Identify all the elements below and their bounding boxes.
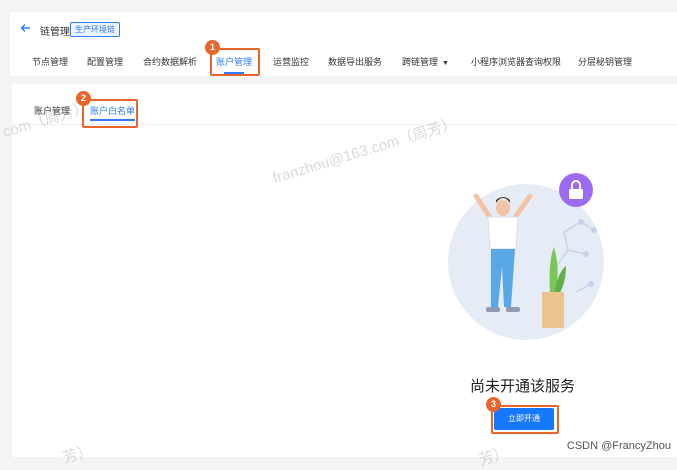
tab-config-management[interactable]: 配置管理 — [87, 55, 123, 68]
tab-contract-data-parse[interactable]: 合约数据解析 — [143, 55, 197, 68]
caret-down-icon: ▼ — [442, 60, 449, 67]
tab-data-export[interactable]: 数据导出服务 — [328, 55, 382, 68]
tab-cross-chain[interactable]: 跨链管理 ▼ — [402, 55, 449, 68]
highlight-open-button — [491, 405, 559, 434]
header-card: 链管理 生产环境链 节点管理 配置管理 合约数据解析 账户管理 运营监控 数据导… — [10, 12, 677, 76]
tab-cross-chain-label: 跨链管理 — [402, 57, 439, 67]
lock-icon — [559, 173, 593, 207]
step-marker-1: 1 — [205, 40, 220, 55]
tab-miniprogram-query[interactable]: 小程序浏览器查询权限 — [471, 55, 561, 68]
env-badge: 生产环境链 — [70, 22, 120, 37]
subtab-account-management[interactable]: 账户管理 — [34, 104, 70, 117]
empty-state-message: 尚未开通该服务 — [470, 378, 576, 395]
empty-state-illustration — [448, 173, 604, 340]
highlight-whitelist-tab — [82, 99, 138, 128]
csdn-credit: CSDN @FrancyZhou — [566, 440, 671, 452]
step-marker-2: 2 — [76, 91, 91, 106]
page-title: 链管理 — [40, 27, 70, 38]
arrow-left-icon[interactable] — [20, 22, 34, 36]
step-marker-3: 3 — [486, 397, 501, 412]
main-tabs: 节点管理 配置管理 合约数据解析 账户管理 运营监控 数据导出服务 跨链管理 ▼ … — [10, 50, 677, 74]
tab-operation-monitor[interactable]: 运营监控 — [273, 55, 309, 68]
tab-node-management[interactable]: 节点管理 — [32, 55, 68, 68]
tab-layered-key[interactable]: 分层秘钥管理 — [578, 55, 632, 68]
